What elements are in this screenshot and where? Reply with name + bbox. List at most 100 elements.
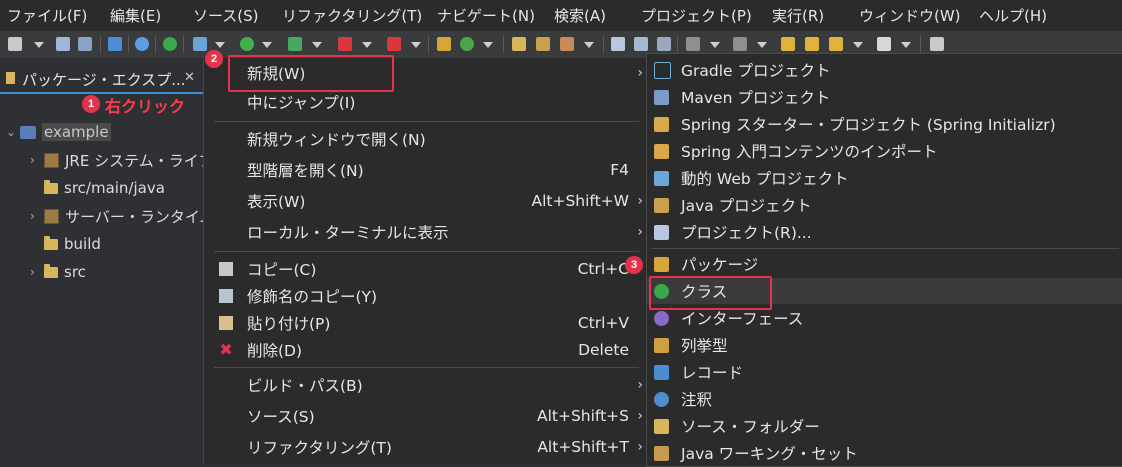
submenu-item-label: Spring スターター・プロジェクト (Spring Initializr) — [681, 116, 1056, 134]
submenu-item-dynamic-web[interactable]: 動的 Web プロジェクト — [647, 165, 1122, 191]
chevron-right-icon: › — [637, 193, 643, 209]
menu-window[interactable]: ウィンドウ(W) — [859, 5, 961, 26]
chevron-down-icon[interactable] — [483, 42, 493, 48]
submenu-item-source-folder[interactable]: ソース・フォルダー — [647, 413, 1122, 439]
marker-icon[interactable] — [560, 37, 574, 51]
save-all-icon[interactable] — [78, 37, 92, 51]
menu-item-build-path[interactable]: ビルド・パス(B) › — [204, 372, 649, 398]
menu-file[interactable]: ファイル(F) — [7, 5, 87, 26]
tree-item-src-main-java[interactable]: src/main/java — [30, 176, 165, 200]
submenu-item-spring-import[interactable]: Spring 入門コンテンツのインポート — [647, 138, 1122, 164]
last-edit-icon[interactable] — [781, 37, 795, 51]
chevron-right-icon[interactable]: › — [30, 153, 44, 167]
tree-item-src[interactable]: › src — [30, 260, 86, 284]
menu-item-source[interactable]: ソース(S) Alt+Shift+S › — [204, 403, 649, 429]
submenu-item-package[interactable]: パッケージ — [647, 251, 1122, 277]
menu-item-show-in[interactable]: 表示(W) Alt+Shift+W › — [204, 188, 649, 214]
search-icon[interactable] — [611, 37, 625, 51]
submenu-item-spring-starter[interactable]: Spring スターター・プロジェクト (Spring Initializr) — [647, 111, 1122, 137]
submenu-item-annotation[interactable]: 注釈 — [647, 386, 1122, 412]
menu-edit[interactable]: 編集(E) — [110, 5, 161, 26]
spring-import-icon — [654, 143, 669, 159]
menu-item-paste[interactable]: 貼り付け(P) Ctrl+V — [204, 310, 649, 336]
step2-badge: 2 — [205, 50, 223, 68]
chevron-down-icon[interactable] — [584, 42, 594, 48]
submenu-item-maven-project[interactable]: Maven プロジェクト — [647, 84, 1122, 110]
chevron-down-icon[interactable] — [362, 42, 372, 48]
explorer-tab[interactable]: パッケージ・エクスプ... ✕ — [0, 66, 203, 94]
submenu-item-label: プロジェクト(R)... — [681, 224, 812, 242]
new-package-icon[interactable] — [437, 37, 451, 51]
chevron-down-icon[interactable] — [710, 42, 720, 48]
submenu-item-record[interactable]: レコード — [647, 359, 1122, 385]
annotation-nav-icon[interactable] — [634, 37, 648, 51]
interface-icon — [654, 310, 669, 326]
terminal-icon[interactable] — [108, 37, 122, 51]
chevron-right-icon[interactable]: › — [30, 209, 44, 223]
menu-item-open-type-hierarchy[interactable]: 型階層を開く(N) F4 — [204, 157, 649, 183]
new-icon[interactable] — [8, 37, 22, 51]
new-class-icon[interactable] — [460, 37, 474, 51]
menu-navigate[interactable]: ナビゲート(N) — [437, 5, 535, 26]
menu-source[interactable]: ソース(S) — [193, 5, 258, 26]
chevron-down-icon[interactable] — [901, 42, 911, 48]
menu-item-go-into[interactable]: 中にジャンプ(I) — [204, 89, 649, 115]
java-project-icon — [654, 197, 669, 213]
task-icon[interactable] — [657, 37, 671, 51]
submenu-item-project[interactable]: プロジェクト(R)... — [647, 219, 1122, 245]
tree-item-jre[interactable]: › JRE システム・ライブ — [30, 148, 214, 172]
menu-item-delete[interactable]: ✖ 削除(D) Delete — [204, 337, 649, 363]
menu-item-shortcut: Ctrl+V — [577, 314, 629, 332]
open-type-icon[interactable] — [512, 37, 526, 51]
chevron-down-icon[interactable] — [34, 42, 44, 48]
run-icon[interactable] — [240, 37, 254, 51]
menu-item-refactor[interactable]: リファクタリング(T) Alt+Shift+T › — [204, 434, 649, 460]
chevron-right-icon: › — [637, 65, 643, 81]
next-annotation-icon[interactable] — [686, 37, 700, 51]
menu-item-shortcut: Delete — [578, 341, 629, 359]
submenu-item-gradle-project[interactable]: Gradle プロジェクト — [647, 57, 1122, 83]
menu-refactor[interactable]: リファクタリング(T) — [282, 5, 422, 26]
menu-item-open-new-window[interactable]: 新規ウィンドウで開く(N) — [204, 126, 649, 152]
chevron-right-icon[interactable]: › — [30, 265, 44, 279]
menu-item-copy[interactable]: コピー(C) Ctrl+C — [204, 256, 649, 282]
menu-search[interactable]: 検索(A) — [554, 5, 606, 26]
forward-edit-icon[interactable] — [805, 37, 819, 51]
context-menu: 新規(W) › 中にジャンプ(I) 新規ウィンドウで開く(N) 型階層を開く(N… — [203, 58, 649, 465]
menu-item-show-in-terminal[interactable]: ローカル・ターミナルに表示 › — [204, 219, 649, 245]
submenu-item-java-project[interactable]: Java プロジェクト — [647, 192, 1122, 218]
server-start-icon[interactable] — [163, 37, 177, 51]
menu-item-shortcut: Ctrl+C — [577, 260, 629, 278]
menu-project[interactable]: プロジェクト(P) — [641, 5, 752, 26]
pin-editor-icon[interactable] — [930, 37, 944, 51]
submenu-item-working-set[interactable]: Java ワーキング・セット — [647, 440, 1122, 466]
stop-icon[interactable] — [338, 37, 352, 51]
open-folder-icon[interactable] — [536, 37, 550, 51]
chevron-down-icon[interactable] — [215, 42, 225, 48]
chevron-down-icon[interactable] — [312, 42, 322, 48]
project-icon — [20, 125, 36, 139]
chevron-down-icon[interactable] — [853, 42, 863, 48]
spring-icon — [654, 116, 669, 132]
chevron-down-icon[interactable] — [411, 42, 421, 48]
back-icon[interactable] — [829, 37, 843, 51]
menu-item-label: 貼り付け(P) — [247, 315, 331, 333]
prev-annotation-icon[interactable] — [733, 37, 747, 51]
run-config-icon[interactable] — [288, 37, 302, 51]
tree-item-build[interactable]: build — [30, 232, 101, 256]
chevron-down-icon[interactable] — [262, 42, 272, 48]
external-tool-icon[interactable] — [387, 37, 401, 51]
close-icon[interactable]: ✕ — [184, 70, 195, 85]
menu-run[interactable]: 実行(R) — [772, 5, 824, 26]
menu-item-copy-qualified-name[interactable]: 修飾名のコピー(Y) — [204, 283, 649, 309]
settings-icon[interactable] — [135, 37, 149, 51]
forward-icon[interactable] — [877, 37, 891, 51]
chevron-down-icon[interactable] — [757, 42, 767, 48]
save-icon[interactable] — [56, 37, 70, 51]
debug-icon[interactable] — [193, 37, 207, 51]
tree-item-server-runtime[interactable]: › サーバー・ランタイム — [30, 204, 215, 228]
chevron-down-icon[interactable]: ⌄ — [6, 125, 20, 139]
tree-item-example[interactable]: ⌄ example — [6, 120, 111, 144]
submenu-item-enum[interactable]: 列挙型 — [647, 332, 1122, 358]
menu-help[interactable]: ヘルプ(H) — [979, 5, 1047, 26]
